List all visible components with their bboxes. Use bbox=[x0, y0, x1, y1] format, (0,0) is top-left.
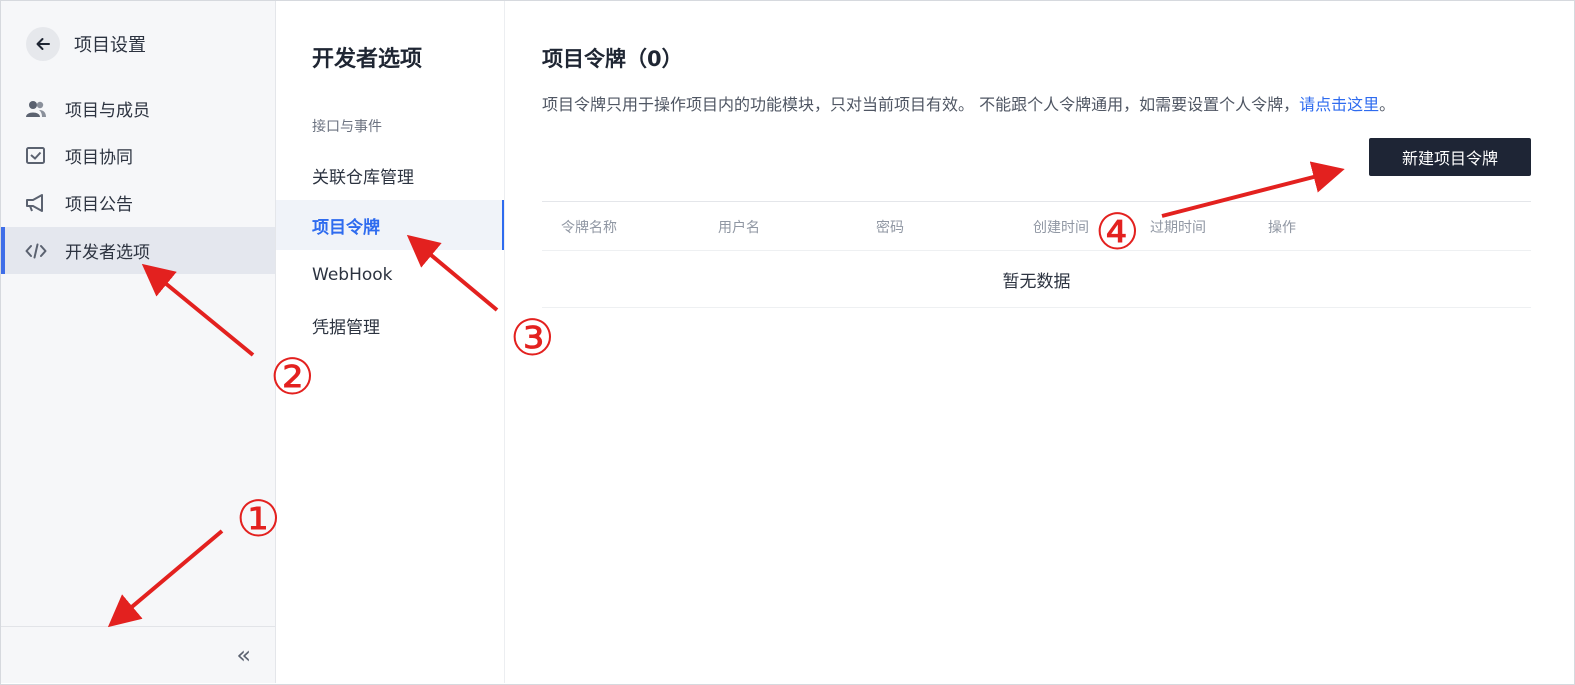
subnav-item-webhook[interactable]: WebHook bbox=[276, 250, 504, 300]
collab-icon bbox=[26, 147, 45, 164]
sidebar-title: 项目设置 bbox=[74, 35, 146, 56]
sidebar-item-announcement[interactable]: 项目公告 bbox=[1, 179, 275, 226]
page-description: 项目令牌只用于操作项目内的功能模块，只对当前项目有效。 不能跟个人令牌通用，如需… bbox=[542, 91, 1395, 115]
annotation-marker-3: ③ bbox=[510, 309, 555, 367]
annotation-marker-2: ② bbox=[270, 348, 315, 406]
table-header: 令牌名称 用户名 密码 创建时间 过期时间 操作 bbox=[542, 201, 1531, 251]
subnav-item-label: 项目令牌 bbox=[312, 217, 380, 238]
project-settings-sidebar: 项目设置 项目与成员 项目协同 项目公告 开发者选项 « bbox=[1, 1, 276, 683]
sidebar-footer: « bbox=[1, 626, 275, 684]
sidebar-item-collab[interactable]: 项目协同 bbox=[1, 132, 275, 179]
sidebar-item-label: 项目协同 bbox=[65, 148, 133, 168]
sidebar-item-developer[interactable]: 开发者选项 bbox=[1, 227, 275, 274]
collapse-sidebar-button[interactable]: « bbox=[236, 641, 251, 669]
personal-token-link[interactable]: 请点击这里 bbox=[1299, 95, 1379, 114]
description-tail: 。 bbox=[1379, 95, 1396, 114]
column-header: 令牌名称 bbox=[561, 220, 617, 236]
description-text: 项目令牌只用于操作项目内的功能模块，只对当前项目有效。 不能跟个人令牌通用，如需… bbox=[542, 95, 1300, 114]
subnav-item-label: WebHook bbox=[312, 265, 393, 285]
column-header: 操作 bbox=[1268, 220, 1296, 236]
subnav-item-repo-management[interactable]: 关联仓库管理 bbox=[276, 150, 504, 200]
column-header: 创建时间 bbox=[1033, 220, 1089, 236]
subnav-item-credentials[interactable]: 凭据管理 bbox=[276, 300, 504, 350]
sidebar-item-label: 项目与成员 bbox=[65, 101, 150, 121]
page-title: 项目令牌（0） bbox=[542, 47, 683, 71]
new-project-token-button[interactable]: 新建项目令牌 bbox=[1369, 138, 1531, 176]
subnav-item-label: 关联仓库管理 bbox=[312, 167, 414, 188]
sidebar-item-label: 项目公告 bbox=[65, 195, 133, 215]
subnav-item-label: 凭据管理 bbox=[312, 317, 380, 338]
column-header: 过期时间 bbox=[1150, 220, 1206, 236]
arrow-left-icon bbox=[36, 38, 50, 50]
code-icon bbox=[25, 243, 47, 259]
annotation-marker-4: ④ bbox=[1095, 203, 1140, 261]
megaphone-icon bbox=[26, 194, 43, 212]
table-empty-row: 暂无数据 bbox=[542, 251, 1531, 308]
annotation-marker-1: ① bbox=[236, 490, 281, 548]
members-icon bbox=[26, 101, 46, 117]
tokens-table: 令牌名称 用户名 密码 创建时间 过期时间 操作 暂无数据 bbox=[542, 201, 1531, 308]
back-row: 项目设置 bbox=[26, 27, 146, 61]
subnav-group-label: 接口与事件 bbox=[312, 119, 382, 135]
developer-options-subnav: 开发者选项 接口与事件 关联仓库管理 项目令牌 WebHook 凭据管理 bbox=[276, 1, 505, 683]
empty-state-text: 暂无数据 bbox=[1002, 272, 1071, 292]
column-header: 用户名 bbox=[718, 220, 760, 236]
subnav-title: 开发者选项 bbox=[312, 47, 423, 72]
column-header: 密码 bbox=[876, 220, 904, 236]
main-content: 项目令牌（0） 项目令牌只用于操作项目内的功能模块，只对当前项目有效。 不能跟个… bbox=[505, 1, 1573, 683]
sidebar-item-label: 开发者选项 bbox=[65, 243, 150, 263]
sidebar-item-members[interactable]: 项目与成员 bbox=[1, 85, 275, 132]
subnav-item-project-token[interactable]: 项目令牌 bbox=[276, 200, 504, 250]
back-button[interactable] bbox=[26, 27, 60, 61]
